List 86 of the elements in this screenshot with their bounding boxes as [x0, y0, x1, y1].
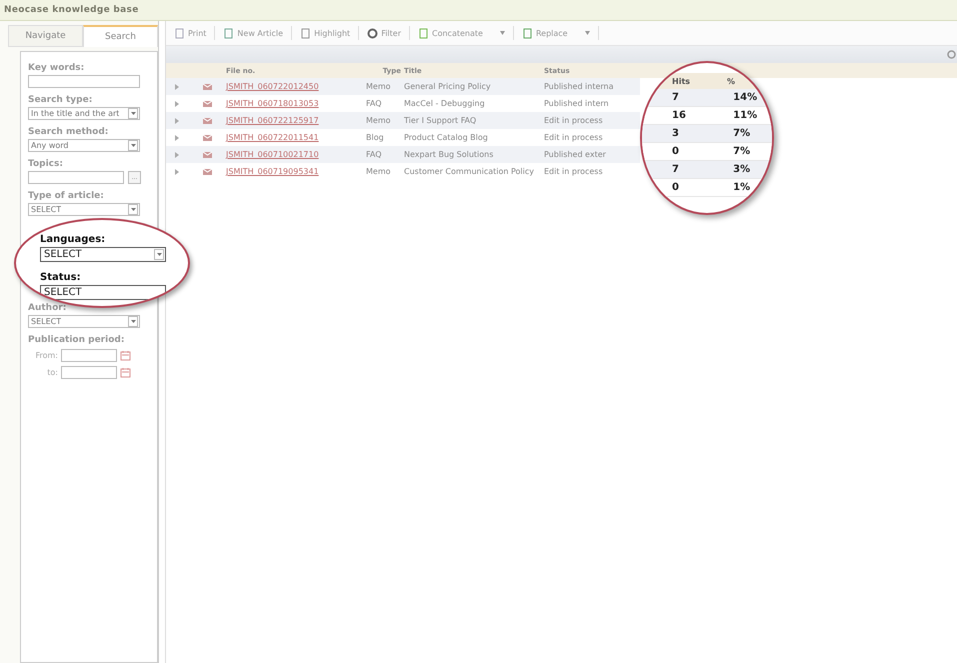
toolbar-button[interactable]: Filter — [359, 26, 410, 40]
table-cell-text: 0 — [672, 182, 680, 193]
tab[interactable]: Navigate — [8, 25, 83, 47]
file-link[interactable]: JSMITH_060719095341 — [226, 167, 366, 176]
file-link[interactable]: JSMITH_060722125917 — [226, 116, 366, 125]
table-cell-text: MacCel - Debugging — [404, 99, 486, 108]
envelope-icon — [202, 168, 212, 174]
table-cell-text: Product Catalog Blog — [404, 133, 489, 142]
expand-icon[interactable] — [175, 168, 179, 174]
document-icon — [223, 28, 234, 38]
table-cell-text: Blog — [366, 133, 385, 142]
table-cell-text: FAQ — [366, 99, 382, 108]
table-cell-text: 7 — [672, 164, 680, 175]
expand-icon[interactable] — [175, 118, 179, 124]
file-link[interactable]: JSMITH_060718013053 — [226, 99, 366, 108]
select-field[interactable]: In the title and the art — [28, 107, 140, 120]
table-row[interactable]: JSMITH_060722012450 Memo General Pricing Policy Published interna — [166, 78, 640, 95]
column-header: Hits — [672, 76, 692, 86]
table-cell-text: 7% — [733, 146, 752, 157]
table-cell-text: 7% — [733, 128, 752, 139]
table-cell-text: Published exter — [544, 150, 607, 159]
column-header: % — [727, 76, 736, 86]
window-title: Neocase knowledge base — [4, 5, 139, 15]
table-cell-text: Edit in process — [544, 133, 604, 142]
expand-icon[interactable] — [175, 84, 179, 90]
file-link[interactable]: JSMITH_060722012450 — [226, 82, 366, 91]
field-label: Search type: — [28, 95, 94, 105]
envelope-icon — [202, 118, 212, 124]
table-cell-text: 0 — [672, 146, 680, 157]
select-field[interactable]: SELECT — [40, 247, 166, 262]
field-label: Publication period: — [28, 335, 126, 345]
table-cell-text: Customer Communication Policy — [404, 167, 536, 176]
table-cell-text: Memo — [366, 82, 392, 91]
toolbar-button[interactable]: Highlight — [292, 26, 360, 40]
field-label: Topics: — [28, 159, 64, 169]
date-field[interactable] — [61, 366, 117, 379]
file-link[interactable]: JSMITH_060722011541 — [226, 133, 366, 142]
table-cell-text: Published intern — [544, 99, 610, 108]
table-cell-text: General Pricing Policy — [404, 82, 492, 91]
select-field[interactable]: SELECT — [28, 315, 140, 328]
expand-icon[interactable] — [175, 152, 179, 158]
field-label: Author: — [28, 303, 68, 313]
select-field[interactable]: Any word — [28, 139, 140, 152]
field-label: Languages: — [40, 234, 106, 245]
table-cell-text: Memo — [366, 167, 392, 176]
envelope-icon — [202, 152, 212, 158]
table-cell-text: 16 — [672, 110, 687, 121]
field-label: Status: — [40, 272, 82, 283]
table-cell-text: 14% — [733, 92, 758, 103]
input-field[interactable]: SELECT — [40, 285, 166, 300]
input-field[interactable] — [28, 171, 124, 184]
toolbar-button[interactable]: Concatenate — [410, 26, 514, 40]
toolbar-button[interactable]: Print — [166, 26, 216, 40]
table-cell-text: 7 — [672, 92, 680, 103]
table-cell-text: 11% — [733, 110, 758, 121]
table-row[interactable]: JSMITH_060722125917 Memo Tier I Support FAQ Edit in process — [166, 112, 640, 129]
table-cell-text: Memo — [366, 116, 392, 125]
expand-icon[interactable] — [175, 134, 179, 140]
date-field[interactable] — [61, 349, 117, 362]
table-cell-text: 1% — [733, 182, 752, 193]
tab[interactable]: Search — [83, 25, 158, 47]
field-label: Key words: — [28, 63, 86, 73]
field-label: Search method: — [28, 127, 110, 137]
table-cell-text: Nexpart Bug Solutions — [404, 150, 494, 159]
toolbar-button[interactable]: New Article — [215, 26, 292, 40]
field-label: to: — [46, 368, 58, 377]
field-label: From: — [34, 351, 58, 360]
calendar-icon[interactable] — [120, 350, 131, 361]
table-cell-text: 3% — [733, 164, 752, 175]
toolbar-button[interactable]: Replace — [514, 26, 599, 40]
table-cell-text: Published interna — [544, 82, 615, 91]
envelope-icon — [202, 134, 212, 140]
table-row[interactable]: JSMITH_060710021710 FAQ Nexpart Bug Solutions Published exter — [166, 146, 640, 163]
file-link[interactable]: JSMITH_060710021710 — [226, 150, 366, 159]
expand-icon[interactable] — [175, 100, 179, 106]
select-field[interactable]: SELECT — [28, 203, 140, 216]
envelope-icon — [202, 84, 212, 90]
table-cell-text: 3 — [672, 128, 680, 139]
calendar-icon[interactable] — [120, 367, 131, 378]
table-cell-text: Edit in process — [544, 167, 604, 176]
table-cell-text: Tier I Support FAQ — [404, 116, 478, 125]
input-field[interactable] — [28, 75, 140, 88]
field-label: Type of article: — [28, 191, 105, 201]
table-cell-text: Edit in process — [544, 116, 604, 125]
table-cell-text: FAQ — [366, 150, 382, 159]
envelope-icon — [202, 100, 212, 106]
